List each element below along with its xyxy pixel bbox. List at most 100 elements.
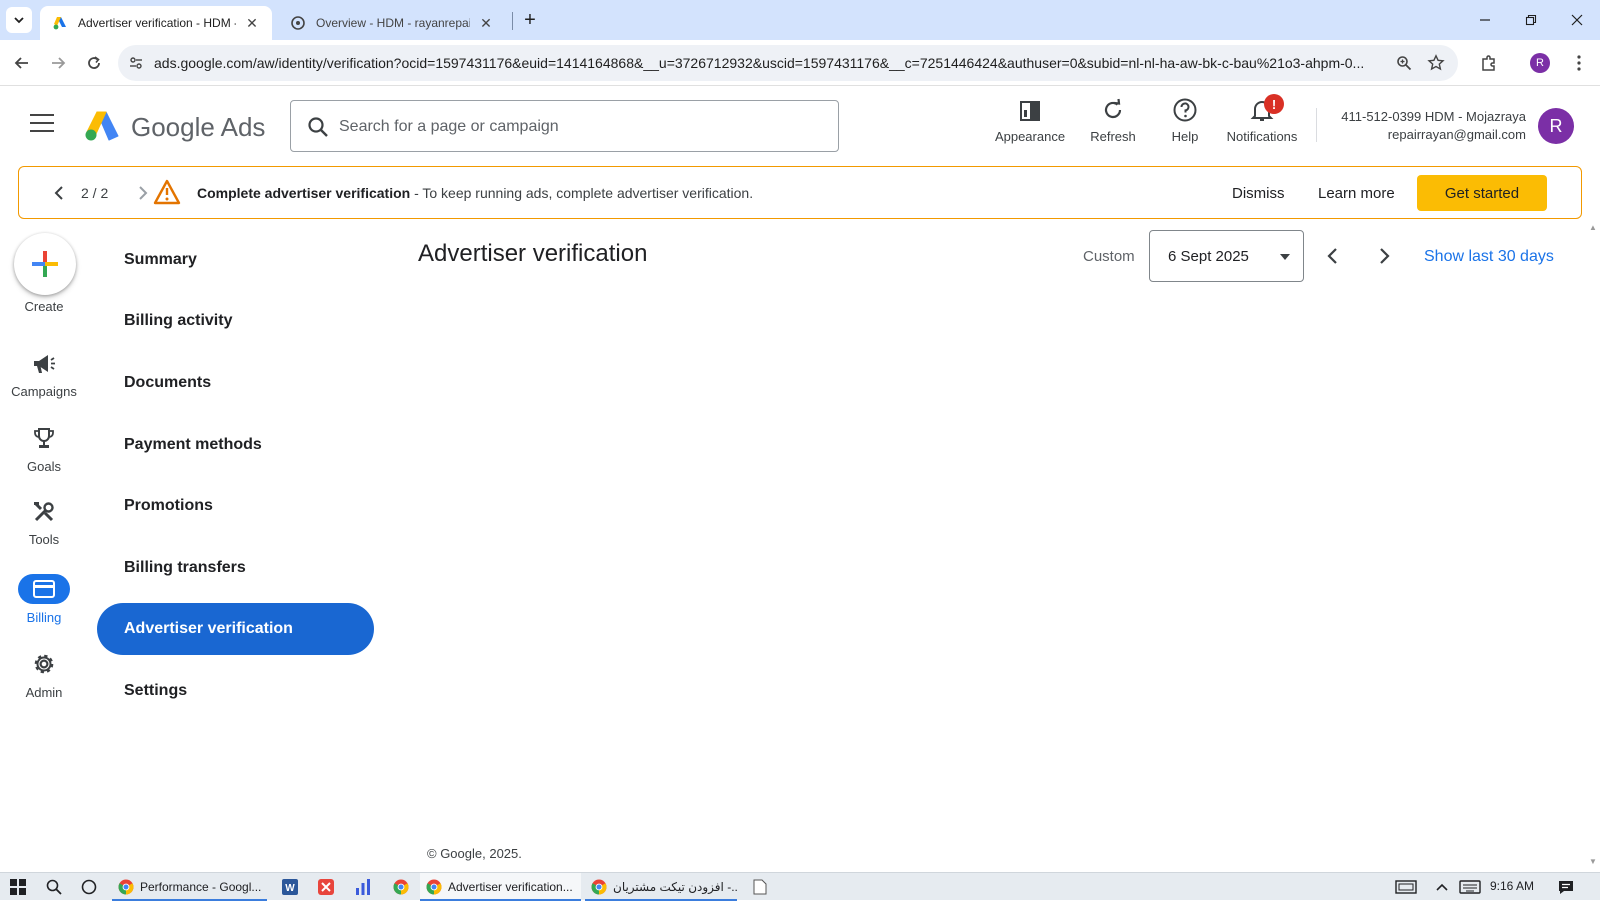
account-avatar[interactable]: R — [1538, 108, 1574, 144]
banner-message: Complete advertiser verification - To ke… — [197, 185, 753, 201]
address-bar[interactable]: ads.google.com/aw/identity/verification?… — [118, 45, 1458, 81]
appearance-label: Appearance — [994, 129, 1066, 144]
banner-page-count: 2 / 2 — [81, 185, 109, 201]
keyboard-layout-icon[interactable] — [1394, 877, 1418, 897]
subnav-billing-activity[interactable]: Billing activity — [97, 295, 374, 347]
snip-tool-icon[interactable] — [316, 877, 336, 897]
subnav-payment-methods[interactable]: Payment methods — [97, 419, 374, 471]
ads-header: Google Ads Appearance Refresh Help ! Not… — [0, 86, 1600, 164]
chrome-pinned-icon[interactable] — [391, 877, 411, 897]
chart-app-icon[interactable] — [353, 877, 373, 897]
megaphone-icon[interactable] — [28, 350, 60, 378]
main-menu-button[interactable] — [30, 114, 54, 134]
extensions-puzzle-icon[interactable] — [1478, 52, 1500, 74]
action-center-icon[interactable] — [1556, 877, 1576, 897]
browser-menu-icon[interactable] — [1572, 52, 1586, 74]
svg-text:W: W — [285, 883, 295, 894]
refresh-label: Refresh — [1090, 129, 1136, 144]
banner-next-button[interactable] — [133, 181, 153, 205]
tab-search-button[interactable] — [6, 7, 32, 33]
billing-nav-button[interactable] — [18, 574, 70, 604]
learn-more-link[interactable]: Learn more — [1318, 185, 1395, 202]
billing-label[interactable]: Billing — [0, 610, 88, 625]
campaigns-label[interactable]: Campaigns — [0, 384, 88, 399]
help-label: Help — [1171, 129, 1199, 144]
search-input[interactable] — [339, 113, 819, 141]
google-ads-favicon-icon — [53, 17, 66, 30]
chevron-down-icon — [14, 17, 24, 24]
windows-start-icon[interactable] — [8, 877, 28, 897]
banner-title: Complete advertiser verification — [197, 185, 411, 201]
subnav-advertiser-verification[interactable]: Advertiser verification — [97, 603, 374, 655]
close-icon — [1571, 14, 1583, 26]
appearance-button[interactable]: Appearance — [989, 96, 1071, 152]
browser-tab-active[interactable]: Advertiser verification - HDM - ✕ — [40, 6, 272, 40]
close-tab-icon[interactable]: ✕ — [478, 15, 494, 31]
chrome-icon — [118, 879, 134, 895]
tools-icon[interactable] — [28, 498, 60, 526]
zoom-icon[interactable] — [1394, 53, 1414, 73]
task-view-icon[interactable] — [79, 877, 99, 897]
tray-expand-icon[interactable] — [1432, 877, 1452, 897]
back-button[interactable] — [9, 50, 35, 76]
subnav-billing-transfers[interactable]: Billing transfers — [97, 542, 374, 594]
date-previous-button[interactable] — [1319, 243, 1345, 269]
taskbar-app-chrome-active[interactable]: Advertiser verification... — [420, 873, 581, 901]
notifications-label: Notifications — [1226, 129, 1298, 144]
system-clock[interactable]: 9:16 AM — [1490, 879, 1534, 893]
browser-profile-avatar[interactable]: R — [1530, 53, 1550, 73]
date-next-button[interactable] — [1372, 243, 1398, 269]
minimize-icon — [1480, 19, 1490, 21]
site-info-icon[interactable] — [126, 53, 146, 73]
restore-button[interactable] — [1516, 8, 1546, 32]
get-started-button[interactable]: Get started — [1417, 175, 1547, 211]
chevron-right-icon — [1380, 248, 1390, 264]
browser-tab[interactable]: Overview - HDM - rayanrepair ✕ — [278, 6, 506, 40]
refresh-button[interactable]: Refresh — [1081, 96, 1145, 152]
create-button[interactable] — [14, 233, 76, 295]
close-tab-icon[interactable]: ✕ — [244, 15, 260, 31]
new-tab-button[interactable]: + — [518, 8, 542, 32]
windows-taskbar: Performance - Googl... W Advertiser veri… — [0, 872, 1600, 901]
restore-icon — [1525, 14, 1537, 26]
trophy-icon[interactable] — [28, 424, 60, 452]
show-last-30-days-link[interactable]: Show last 30 days — [1424, 248, 1554, 266]
chevron-left-icon — [1327, 248, 1337, 264]
gear-icon[interactable] — [28, 650, 60, 678]
taskbar-app-title: Performance - Googl... — [140, 880, 262, 894]
browser-toolbar: ads.google.com/aw/identity/verification?… — [0, 40, 1600, 86]
subnav-documents[interactable]: Documents — [97, 357, 374, 409]
minimize-button[interactable] — [1470, 8, 1500, 32]
word-icon[interactable]: W — [280, 877, 300, 897]
header-divider — [1316, 108, 1317, 142]
reload-button[interactable] — [81, 50, 107, 76]
account-info[interactable]: 411-512-0399 HDM - Mojazraya repairrayan… — [1320, 108, 1526, 144]
plus-icon — [32, 251, 58, 277]
subnav-settings[interactable]: Settings — [97, 665, 374, 717]
notepad-icon[interactable] — [750, 877, 770, 897]
notifications-button[interactable]: ! Notifications — [1214, 94, 1310, 152]
help-button[interactable]: Help — [1160, 96, 1210, 152]
close-window-button[interactable] — [1562, 8, 1592, 32]
dismiss-button[interactable]: Dismiss — [1232, 185, 1285, 202]
scroll-up-arrow[interactable]: ▲ — [1588, 224, 1598, 232]
google-ads-logo — [85, 111, 119, 141]
bookmark-star-icon[interactable] — [1426, 53, 1446, 73]
banner-previous-button[interactable] — [49, 181, 69, 205]
admin-label[interactable]: Admin — [0, 685, 88, 700]
tools-label[interactable]: Tools — [0, 532, 88, 547]
subnav-promotions[interactable]: Promotions — [97, 480, 374, 532]
date-range-select[interactable]: 6 Sept 2025 — [1149, 230, 1304, 282]
chrome-icon — [426, 879, 442, 895]
taskbar-app-chrome-rtl[interactable]: افزودن تیکت مشتریان -... — [585, 873, 737, 901]
search-box[interactable] — [290, 100, 839, 152]
touch-keyboard-icon[interactable] — [1458, 877, 1482, 897]
forward-button[interactable] — [45, 50, 71, 76]
date-range-type-label: Custom — [1083, 248, 1135, 265]
scroll-down-arrow[interactable]: ▼ — [1588, 858, 1598, 866]
taskbar-app-chrome[interactable]: Performance - Googl... — [112, 873, 267, 901]
goals-label[interactable]: Goals — [0, 459, 88, 474]
chevron-left-icon — [54, 186, 63, 200]
subnav-summary[interactable]: Summary — [97, 234, 374, 286]
taskbar-search-icon[interactable] — [44, 877, 64, 897]
